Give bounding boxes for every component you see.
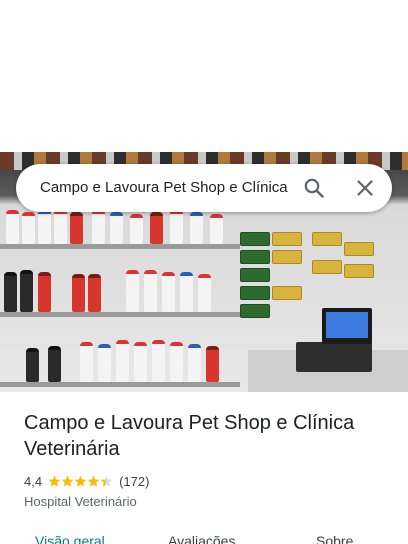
- photo-bottle: [70, 212, 83, 244]
- photo-bottle: [126, 270, 139, 312]
- tab-about[interactable]: Sobre: [316, 533, 353, 544]
- photo-bottle: [206, 346, 219, 382]
- photo-bottle: [170, 210, 183, 244]
- photo-feed-bag: [272, 250, 302, 264]
- photo-bottle: [198, 274, 211, 312]
- search-input[interactable]: Campo e Lavoura Pet Shop e Clínica: [40, 179, 288, 197]
- photo-bottle: [20, 270, 33, 312]
- review-count[interactable]: (172): [119, 474, 149, 489]
- photo-feed-bag: [240, 304, 270, 318]
- photo-bottle: [4, 272, 17, 312]
- rating-value: 4,4: [24, 473, 43, 489]
- photo-bottle: [144, 270, 157, 312]
- photo-bottle: [130, 214, 143, 244]
- close-icon[interactable]: [353, 176, 377, 200]
- photo-feed-bag: [240, 286, 270, 300]
- photo-feed-bag: [272, 232, 302, 246]
- photo-bottle: [134, 342, 147, 382]
- photo-bottle: [152, 340, 165, 382]
- photo-shelf: [0, 244, 240, 249]
- star-icon: [100, 475, 113, 488]
- photo-bottle: [48, 346, 61, 382]
- star-rating: [48, 475, 113, 488]
- photo-bottle: [22, 212, 35, 244]
- photo-bottle: [38, 210, 51, 244]
- photo-bottle: [116, 340, 129, 382]
- photo-bottle: [98, 344, 111, 382]
- photo-feed-bag: [312, 260, 342, 274]
- photo-bottle: [72, 274, 85, 312]
- photo-bottle: [180, 272, 193, 312]
- photo-feed-bag: [344, 242, 374, 256]
- photo-bottle: [92, 210, 105, 244]
- photo-register: [296, 342, 372, 372]
- place-category[interactable]: Hospital Veterinário: [24, 494, 137, 509]
- rating-row[interactable]: 4,4 (172): [24, 472, 149, 490]
- photo-shelf: [0, 312, 240, 317]
- search-icon[interactable]: [302, 176, 326, 200]
- photo-bottle: [188, 344, 201, 382]
- photo-bottle: [6, 210, 19, 244]
- photo-bottle: [162, 272, 175, 312]
- photo-feed-bag: [240, 232, 270, 246]
- star-icon: [87, 475, 100, 488]
- star-icon: [61, 475, 74, 488]
- photo-bottle: [150, 212, 163, 244]
- photo-shelf: [0, 382, 240, 387]
- map-area-blank: [0, 0, 408, 152]
- photo-bottle: [190, 212, 203, 244]
- photo-bottle: [170, 342, 183, 382]
- photo-bottle: [26, 348, 39, 382]
- photo-bottle: [54, 210, 67, 244]
- photo-bottle: [210, 214, 223, 244]
- photo-feed-bag: [344, 264, 374, 278]
- star-icon: [74, 475, 87, 488]
- search-bar[interactable]: Campo e Lavoura Pet Shop e Clínica: [16, 164, 392, 212]
- star-icon: [48, 475, 61, 488]
- tab-reviews[interactable]: Avaliações: [168, 533, 235, 544]
- photo-feed-bag: [272, 286, 302, 300]
- photo-bottle: [80, 342, 93, 382]
- place-tabs: Visão geral Avaliações Sobre: [0, 528, 408, 544]
- place-title: Campo e Lavoura Pet Shop e Clínica Veter…: [24, 412, 355, 460]
- photo-feed-bag: [312, 232, 342, 246]
- photo-bottle: [110, 212, 123, 244]
- tab-overview[interactable]: Visão geral: [35, 533, 105, 544]
- photo-bottle: [38, 272, 51, 312]
- photo-feed-bag: [240, 250, 270, 264]
- photo-monitor: [322, 308, 372, 344]
- photo-bottle: [88, 274, 101, 312]
- photo-feed-bag: [240, 268, 270, 282]
